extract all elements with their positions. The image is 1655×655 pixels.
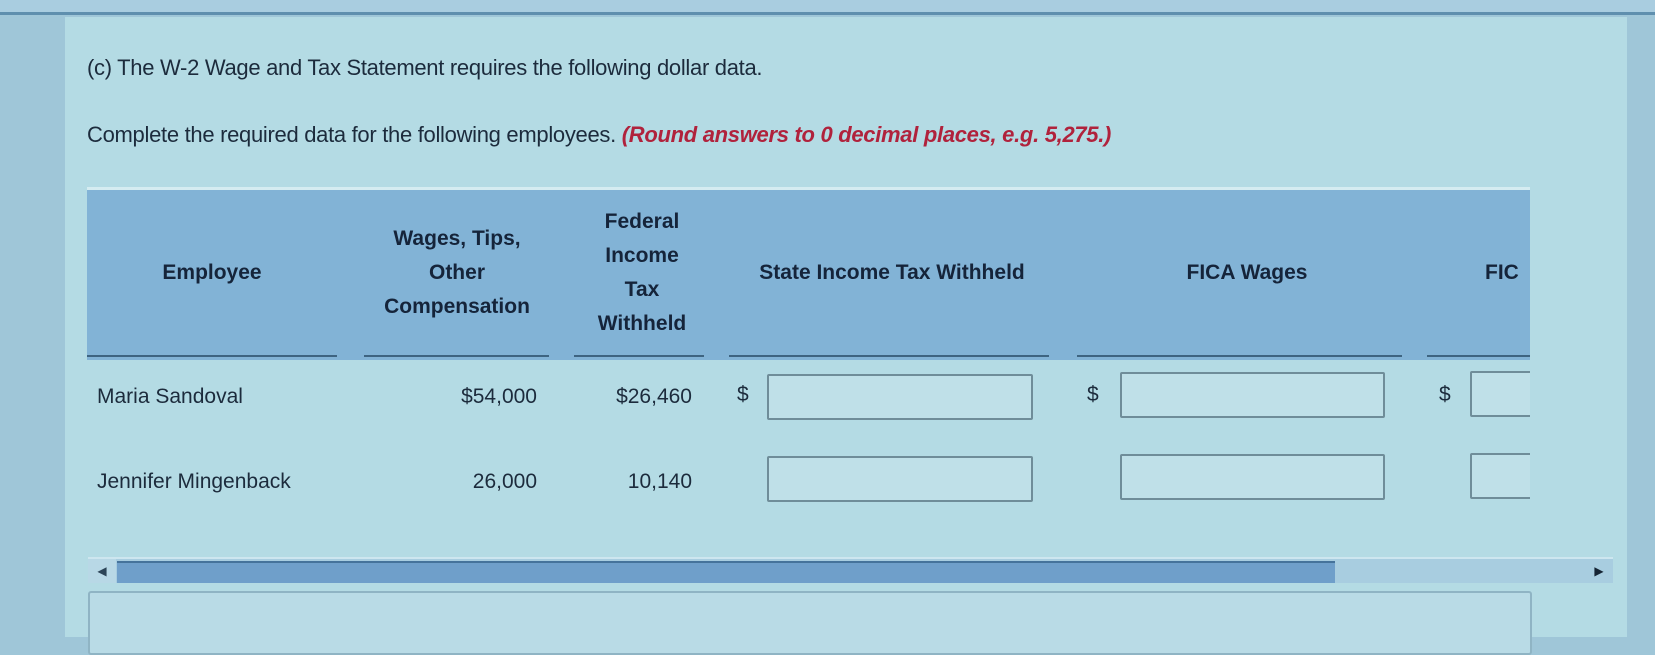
employee-name: Maria Sandoval [97, 385, 243, 408]
wages-value: $54,000 [461, 385, 537, 408]
dollar-sign: $ [737, 383, 749, 406]
header-divider [1427, 355, 1530, 357]
header-employee: Employee [162, 261, 262, 284]
employee-name: Jennifer Mingenback [97, 470, 291, 493]
header-wages-line2: Other [428, 261, 485, 284]
header-wages-line3: Compensation [384, 295, 530, 318]
w2-data-table: Employee Wages, Tips, Other Compensation… [87, 187, 1530, 567]
table-header: Employee Wages, Tips, Other Compensation… [87, 187, 1530, 360]
state-withheld-input[interactable] [767, 374, 1033, 420]
next-section-box [88, 591, 1532, 655]
dollar-sign: $ [1087, 383, 1099, 406]
header-state-withheld: State Income Tax Withheld [759, 261, 1025, 284]
header-divider [729, 355, 1049, 357]
rounding-hint: (Round answers to 0 decimal places, e.g.… [621, 122, 1112, 147]
header-wages: Wages, Tips, Other Compensation [357, 222, 557, 324]
wages-value: 26,000 [472, 470, 537, 493]
fica-withheld-input[interactable] [1470, 453, 1530, 499]
instructions: Complete the required data for the follo… [87, 122, 1111, 148]
header-divider [574, 355, 704, 357]
fica-withheld-input[interactable] [1470, 371, 1530, 417]
header-federal-line2: Income [605, 244, 679, 267]
browser-top-edge [0, 0, 1655, 15]
header-federal-withheld: Federal Income Tax Withheld [577, 205, 707, 341]
header-fica-wages: FICA Wages [1186, 261, 1308, 284]
header-wages-line1: Wages, Tips, [393, 227, 521, 250]
header-divider [1077, 355, 1402, 357]
fica-wages-input[interactable] [1120, 372, 1385, 418]
header-divider [87, 355, 337, 357]
header-divider [364, 355, 549, 357]
header-federal-line3: Tax [624, 278, 660, 301]
scrollbar-thumb[interactable] [117, 561, 1335, 583]
dollar-sign: $ [1439, 383, 1451, 406]
question-text: (c) The W-2 Wage and Tax Statement requi… [87, 55, 763, 80]
instructions-text: Complete the required data for the follo… [87, 122, 616, 147]
state-withheld-input[interactable] [767, 456, 1033, 502]
horizontal-scrollbar[interactable]: ◀ ▶ [88, 557, 1613, 583]
header-fica-withheld: FIC [1485, 261, 1519, 284]
scroll-right-arrow-icon[interactable]: ▶ [1585, 559, 1613, 583]
scroll-left-arrow-icon[interactable]: ◀ [88, 559, 116, 583]
question-panel: (c) The W-2 Wage and Tax Statement requi… [65, 17, 1627, 655]
header-federal-line1: Federal [604, 210, 680, 233]
fica-wages-input[interactable] [1120, 454, 1385, 500]
header-federal-line4: Withheld [597, 312, 687, 335]
federal-withheld-value: $26,460 [616, 385, 692, 408]
federal-withheld-value: 10,140 [627, 470, 692, 493]
